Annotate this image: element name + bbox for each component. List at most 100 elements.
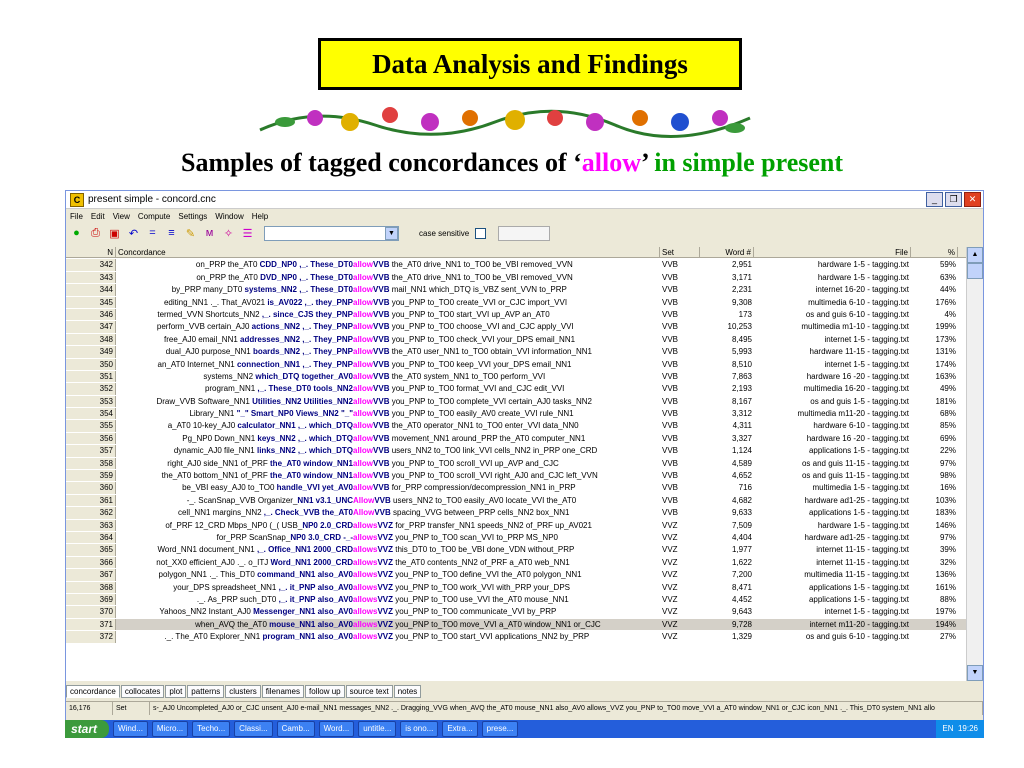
tab-follow-up[interactable]: follow up bbox=[305, 685, 345, 698]
taskbar-item[interactable]: Classi... bbox=[234, 721, 273, 737]
node-context: calculator_NN1 ,_. which_DTQ bbox=[237, 421, 353, 431]
right-context: you_PNP to_TO0 start_VVI applications_NN… bbox=[393, 632, 590, 642]
right-context: the_AT0 contents_NN2 of_PRF a_AT0 web_NN… bbox=[393, 557, 570, 567]
table-row[interactable]: 352 program_NN1 ,_. These_DT0 tools_NN2 a… bbox=[66, 383, 968, 396]
menu-view[interactable]: View bbox=[113, 212, 130, 221]
table-row[interactable]: 343 on_PRP the_AT0 DVD_NP0 ,_. These_DT0 … bbox=[66, 271, 968, 285]
table-row[interactable]: 350 an_AT0 Internet_NN1 connection_NN1 ,_… bbox=[66, 358, 968, 371]
go-icon[interactable]: ● bbox=[70, 227, 83, 240]
table-row[interactable]: 351 systems_NN2 which_DTQ together_AV0 al… bbox=[66, 370, 968, 384]
tab-patterns[interactable]: patterns bbox=[187, 685, 225, 698]
vertical-scrollbar[interactable]: ▲ ▼ bbox=[966, 247, 983, 681]
table-row[interactable]: 362 cell_NN1 margins_NN2 ,_. Check_VVB th… bbox=[66, 507, 968, 520]
table-row[interactable]: 372 ._. The_AT0 Explorer_NN1 program_NN1 … bbox=[66, 631, 968, 644]
table-row[interactable]: 353 Draw_VVB Software_NN1 Utilities_NN2 U… bbox=[66, 395, 968, 409]
menu-edit[interactable]: Edit bbox=[91, 212, 105, 221]
table-row[interactable]: 366 not_XX0 efficient_AJ0 ._. o_ITJ Word_… bbox=[66, 556, 968, 570]
col-concordance-header[interactable]: Concordance bbox=[116, 247, 660, 259]
tab-plot[interactable]: plot bbox=[165, 685, 187, 698]
print-icon[interactable]: ⎙ bbox=[89, 227, 102, 240]
table-row[interactable]: 367 polygon_NN1 ._. This_DT0 command_NN1 … bbox=[66, 569, 968, 582]
taskbar-item[interactable]: is ono... bbox=[400, 721, 439, 737]
tab-concordance[interactable]: concordance bbox=[66, 685, 120, 698]
table-row[interactable]: 371 when_AVQ the_AT0 mouse_NN1 also_AV0 a… bbox=[66, 618, 968, 632]
set-cell: VVZ bbox=[662, 557, 678, 567]
table-row[interactable]: 349 dual_AJ0 purpose_NN1 boards_NN2 ,_. T… bbox=[66, 346, 968, 359]
taskbar-item[interactable]: untitle... bbox=[358, 721, 397, 737]
equal-icon[interactable]: = bbox=[146, 227, 159, 240]
table-row[interactable]: 345 editing_NN1 ._. That_AV021 is_AV022 ,… bbox=[66, 296, 968, 309]
table-row[interactable]: 348 free_AJ0 email_NN1 addresses_NN2 ,_. … bbox=[66, 333, 968, 347]
window-titlebar[interactable]: C present simple - concord.cnc _ ❐ ✕ bbox=[66, 191, 983, 209]
left-context: be_VBI easy_AJ0 to_TO0 handle_VVI yet_AV… bbox=[118, 482, 353, 493]
table-row[interactable]: 347 perform_VVB certain_AJ0 actions_NN2 ,… bbox=[66, 321, 968, 334]
lines-icon[interactable]: ≡ bbox=[165, 227, 178, 240]
word-number-cell: 4,452 bbox=[731, 594, 752, 604]
concordance-line: free_AJ0 email_NN1 addresses_NN2 ,_. The… bbox=[116, 334, 660, 345]
col-pct-header[interactable]: % bbox=[911, 247, 958, 259]
taskbar-item[interactable]: Wind... bbox=[113, 721, 148, 737]
table-row[interactable]: 357 dynamic_AJ0 file_NN1 links_NN2 ,_. wh… bbox=[66, 445, 968, 458]
col-set-header[interactable]: Set bbox=[660, 247, 700, 259]
table-row[interactable]: 370 Yahoos_NN2 Instant_AJ0 Messenger_NN1 … bbox=[66, 606, 968, 619]
table-row[interactable]: 365 Word_NN1 document_NN1 ,_. Office_NN1 … bbox=[66, 544, 968, 557]
table-row[interactable]: 356 Pg_NP0 Down_NN1 keys_NN2 ,_. which_DT… bbox=[66, 432, 968, 446]
taskbar-item[interactable]: Extra... bbox=[442, 721, 478, 737]
start-button[interactable]: start bbox=[65, 720, 110, 738]
left-context: right_AJ0 side_NN1 of_PRF the_AT0 window… bbox=[118, 458, 353, 469]
tab-collocates[interactable]: collocates bbox=[120, 685, 165, 698]
tab-notes[interactable]: notes bbox=[393, 685, 422, 698]
menu-settings[interactable]: Settings bbox=[178, 212, 207, 221]
set-cell: VVB bbox=[662, 508, 679, 518]
col-n-header[interactable]: N bbox=[66, 247, 116, 259]
taskbar-item[interactable]: Camb... bbox=[276, 721, 315, 737]
left-context-text: termed_VVN Shortcuts_NN2 bbox=[157, 309, 262, 319]
taskbar-item[interactable]: Word... bbox=[318, 721, 355, 737]
close-button[interactable]: ✕ bbox=[964, 192, 981, 207]
tab-clusters[interactable]: clusters bbox=[225, 685, 261, 698]
table-row[interactable]: 363 of_PRF 12_CRD Mbps_NP0 (_( USB_NP0 2.… bbox=[66, 519, 968, 532]
taskbar-item[interactable]: Techo... bbox=[192, 721, 231, 737]
taskbar-item[interactable]: Micro... bbox=[151, 721, 189, 737]
scroll-thumb[interactable] bbox=[967, 263, 983, 279]
scroll-down-icon[interactable]: ▼ bbox=[967, 665, 983, 681]
tab-filenames[interactable]: filenames bbox=[261, 685, 305, 698]
tab-source-text[interactable]: source text bbox=[345, 685, 393, 698]
highlighter-icon[interactable]: ✎ bbox=[184, 227, 197, 240]
case-sensitive-checkbox[interactable] bbox=[475, 227, 487, 239]
table-row[interactable]: 346 termed_VVN Shortcuts_NN2 ,_. since_CJ… bbox=[66, 308, 968, 322]
table-row[interactable]: 342 on_PRP the_AT0 CDD_NP0 ,_. These_DT0 … bbox=[66, 259, 968, 272]
undo-icon[interactable]: ↶ bbox=[127, 227, 140, 240]
table-row[interactable]: 359 the_AT0 bottom_NN1 of_PRF the_AT0 win… bbox=[66, 470, 968, 483]
scroll-up-icon[interactable]: ▲ bbox=[967, 247, 983, 263]
language-indicator[interactable]: EN bbox=[942, 724, 953, 733]
table-row[interactable]: 344 by_PRP many_DT0 systems_NN2 ,_. These… bbox=[66, 284, 968, 297]
minimize-button[interactable]: _ bbox=[926, 192, 943, 207]
stats-icon[interactable]: м bbox=[203, 227, 216, 240]
search-combo[interactable]: ▼ bbox=[264, 225, 399, 241]
table-row[interactable]: 360 be_VBI easy_AJ0 to_TO0 handle_VVI yet… bbox=[66, 482, 968, 495]
save-icon[interactable]: ▣ bbox=[108, 227, 121, 240]
table-row[interactable]: 354 Library_NN1 "_" Smart_NP0 Views_NN2 "… bbox=[66, 408, 968, 421]
col-file-header[interactable]: File bbox=[754, 247, 911, 259]
table-row[interactable]: 364 for_PRP ScanSnap_NP0 3.0_CRD -_- allo… bbox=[66, 531, 968, 545]
chevron-down-icon[interactable]: ▼ bbox=[385, 226, 398, 240]
diamond-icon[interactable]: ✧ bbox=[222, 227, 235, 240]
menu-file[interactable]: File bbox=[70, 212, 83, 221]
left-context-text: Word_NN1 document_NN1 bbox=[157, 545, 257, 555]
table-row[interactable]: 368 your_DPS spreadsheet_NN1 ,_. it_PNP a… bbox=[66, 581, 968, 594]
taskbar-item[interactable]: prese... bbox=[481, 721, 519, 737]
table-row[interactable]: 358 right_AJ0 side_NN1 of_PRF the_AT0 win… bbox=[66, 457, 968, 471]
keyword-tag: VVB bbox=[373, 309, 390, 319]
table-row[interactable]: 355 a_AT0 10-key_AJ0 calculator_NN1 ,_. w… bbox=[66, 420, 968, 433]
menu-lines-icon[interactable]: ☰ bbox=[241, 227, 254, 240]
restore-button[interactable]: ❐ bbox=[945, 192, 962, 207]
menu-compute[interactable]: Compute bbox=[138, 212, 170, 221]
table-row[interactable]: 361 -_. ScanSnap_VVB Organizer_NN1 v3.1_U… bbox=[66, 494, 968, 508]
keyword-tag: VVB bbox=[373, 421, 390, 431]
left-context: program_NN1 ,_. These_DT0 tools_NN2 bbox=[118, 383, 353, 394]
menu-help[interactable]: Help bbox=[252, 212, 268, 221]
col-word-header[interactable]: Word # bbox=[700, 247, 754, 259]
table-row[interactable]: 369 ._. As_PRP such_DT0 ,_. it_PNP also_A… bbox=[66, 593, 968, 607]
menu-window[interactable]: Window bbox=[215, 212, 243, 221]
